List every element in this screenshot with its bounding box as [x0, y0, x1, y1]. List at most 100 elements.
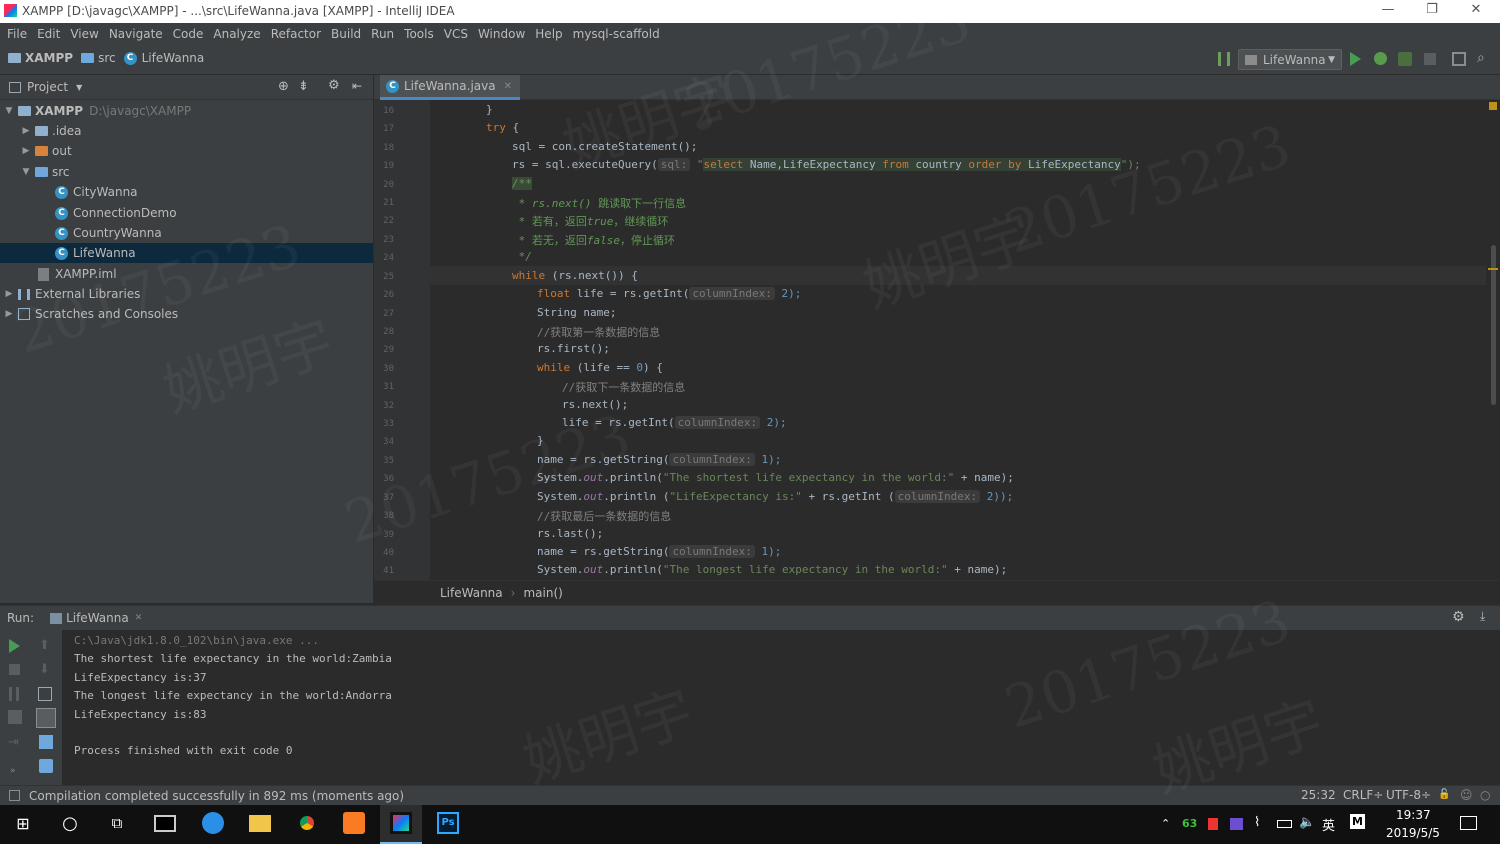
ime-indicator[interactable]: 英: [1322, 815, 1335, 834]
pause-icon[interactable]: [9, 687, 19, 701]
breadcrumb-project[interactable]: XAMPP: [8, 51, 73, 65]
tray-app-icon[interactable]: [1208, 818, 1218, 830]
terminal-icon[interactable]: [152, 810, 178, 836]
stop-icon[interactable]: [1424, 53, 1436, 65]
tree-node-out[interactable]: ▶ out: [0, 141, 373, 161]
run-console[interactable]: C:\Java\jdk1.8.0_102\bin\java.exe ... Th…: [62, 630, 1500, 785]
menu-vcs[interactable]: VCS: [444, 27, 468, 41]
menu-mysql-scaffold[interactable]: mysql-scaffold: [573, 27, 660, 41]
menu-help[interactable]: Help: [535, 27, 562, 41]
task-view-icon[interactable]: ⧉: [104, 810, 130, 836]
camera-icon[interactable]: [8, 710, 22, 724]
tree-node-external-libraries[interactable]: ▶ External Libraries: [0, 284, 373, 304]
restore-button[interactable]: ❐: [1412, 2, 1452, 17]
line-separator[interactable]: CRLF÷: [1343, 788, 1383, 802]
intellij-taskbar-icon[interactable]: [388, 810, 414, 836]
volume-icon[interactable]: 🔈: [1299, 815, 1315, 830]
run-tab-label[interactable]: LifeWanna: [66, 611, 129, 625]
minimize-button[interactable]: —: [1368, 2, 1408, 17]
file-explorer-icon[interactable]: [247, 810, 273, 836]
clock-time[interactable]: 19:37: [1396, 808, 1431, 822]
tree-node-xampp-iml[interactable]: XAMPP.iml: [0, 264, 373, 284]
tray-app-badge[interactable]: 63: [1182, 817, 1197, 830]
tree-node-citywanna[interactable]: C CityWanna: [0, 182, 373, 202]
collapse-arrow-icon[interactable]: ▶: [4, 289, 14, 299]
soft-wrap-icon[interactable]: [38, 687, 52, 701]
search-circle-icon[interactable]: ○: [57, 810, 83, 836]
collapse-arrow-icon[interactable]: ▶: [21, 126, 31, 136]
print-icon[interactable]: [39, 735, 53, 749]
menu-run[interactable]: Run: [371, 27, 394, 41]
menu-analyze[interactable]: Analyze: [213, 27, 260, 41]
close-tab-icon[interactable]: ✕: [504, 81, 512, 92]
editor-tab-lifewanna[interactable]: C LifeWanna.java ✕: [380, 75, 520, 100]
project-structure-icon[interactable]: [1452, 52, 1466, 66]
chrome-icon[interactable]: [294, 810, 320, 836]
close-run-tab-icon[interactable]: ✕: [135, 613, 143, 623]
rerun-icon[interactable]: [9, 639, 20, 653]
menu-edit[interactable]: Edit: [37, 27, 60, 41]
wifi-icon[interactable]: ⌇: [1254, 815, 1260, 830]
windows-start-icon[interactable]: ⊞: [10, 810, 36, 836]
breadcrumb-class[interactable]: LifeWanna: [440, 586, 503, 600]
tree-node-xampp[interactable]: ▼ XAMPP D:\javagc\XAMPP: [0, 101, 373, 121]
event-log-icon[interactable]: ○: [1480, 788, 1490, 802]
close-button[interactable]: ✕: [1456, 2, 1496, 17]
hide-panel-icon[interactable]: ⇤: [352, 79, 362, 93]
menu-code[interactable]: Code: [173, 27, 204, 41]
menu-window[interactable]: Window: [478, 27, 525, 41]
arrow-down-icon[interactable]: ⬇: [39, 662, 53, 677]
photoshop-icon[interactable]: Ps: [435, 810, 461, 836]
status-message[interactable]: Compilation completed successfully in 89…: [29, 789, 404, 803]
clock-date[interactable]: 2019/5/5: [1386, 826, 1440, 840]
tool-windows-icon[interactable]: [9, 790, 20, 801]
editor-scrollbar[interactable]: [1486, 100, 1500, 580]
menu-tools[interactable]: Tools: [404, 27, 434, 41]
exit-icon[interactable]: ⇥: [8, 735, 22, 750]
caret-position[interactable]: 25:32: [1301, 788, 1336, 802]
notification-center-icon[interactable]: [1460, 816, 1477, 830]
menu-view[interactable]: View: [70, 27, 98, 41]
menu-refactor[interactable]: Refactor: [271, 27, 321, 41]
clear-trash-icon[interactable]: [39, 759, 53, 773]
tree-node-src[interactable]: ▼ src: [0, 162, 373, 182]
breadcrumb-folder[interactable]: src: [81, 51, 116, 65]
tree-node-countrywanna[interactable]: C CountryWanna: [0, 223, 373, 243]
lock-icon[interactable]: 🔓: [1438, 789, 1450, 800]
xampp-icon[interactable]: [341, 810, 367, 836]
arrow-up-icon[interactable]: ⬆: [39, 638, 53, 653]
menu-build[interactable]: Build: [331, 27, 361, 41]
file-encoding[interactable]: UTF-8÷: [1386, 788, 1431, 802]
browser-app-icon[interactable]: [200, 810, 226, 836]
warning-marker-icon[interactable]: [1489, 102, 1497, 110]
breadcrumb-method[interactable]: main(): [523, 586, 562, 600]
tree-node-scratches[interactable]: ▶ Scratches and Consoles: [0, 304, 373, 324]
code-editor[interactable]: } try { sql = con.createStatement(); rs …: [430, 100, 1486, 580]
collapse-all-icon[interactable]: ⇟: [298, 79, 309, 94]
collapse-arrow-icon[interactable]: ▶: [4, 309, 14, 319]
debug-icon[interactable]: [1374, 52, 1387, 65]
battery-icon[interactable]: [1277, 820, 1292, 828]
breadcrumb-file[interactable]: C LifeWanna: [123, 51, 204, 65]
hide-panel-icon[interactable]: ⤓: [1480, 609, 1485, 624]
inspector-icon[interactable]: ☺: [1460, 788, 1473, 802]
more-icon[interactable]: »: [10, 766, 24, 780]
ime-mode-icon[interactable]: M: [1350, 814, 1365, 829]
tree-node-lifewanna[interactable]: C LifeWanna: [0, 243, 373, 263]
project-panel-title[interactable]: Project: [27, 80, 68, 94]
coverage-icon[interactable]: [1398, 52, 1412, 66]
build-hammer-icon[interactable]: [1218, 52, 1230, 66]
run-config-select[interactable]: LifeWanna ▼: [1238, 49, 1342, 70]
tree-node-connectiondemo[interactable]: C ConnectionDemo: [0, 203, 373, 223]
gear-icon[interactable]: ⚙: [1452, 609, 1465, 625]
expand-arrow-icon[interactable]: ▼: [4, 106, 14, 116]
chevron-down-icon[interactable]: ▼: [76, 83, 82, 92]
menu-file[interactable]: File: [7, 27, 27, 41]
menu-navigate[interactable]: Navigate: [109, 27, 163, 41]
run-icon[interactable]: [1350, 52, 1361, 66]
scope-target-icon[interactable]: ⊕: [278, 79, 289, 94]
stop-icon[interactable]: [9, 664, 20, 675]
tray-app-icon-2[interactable]: [1230, 818, 1243, 830]
collapse-arrow-icon[interactable]: ▶: [21, 146, 31, 156]
expand-arrow-icon[interactable]: ▼: [21, 167, 31, 177]
